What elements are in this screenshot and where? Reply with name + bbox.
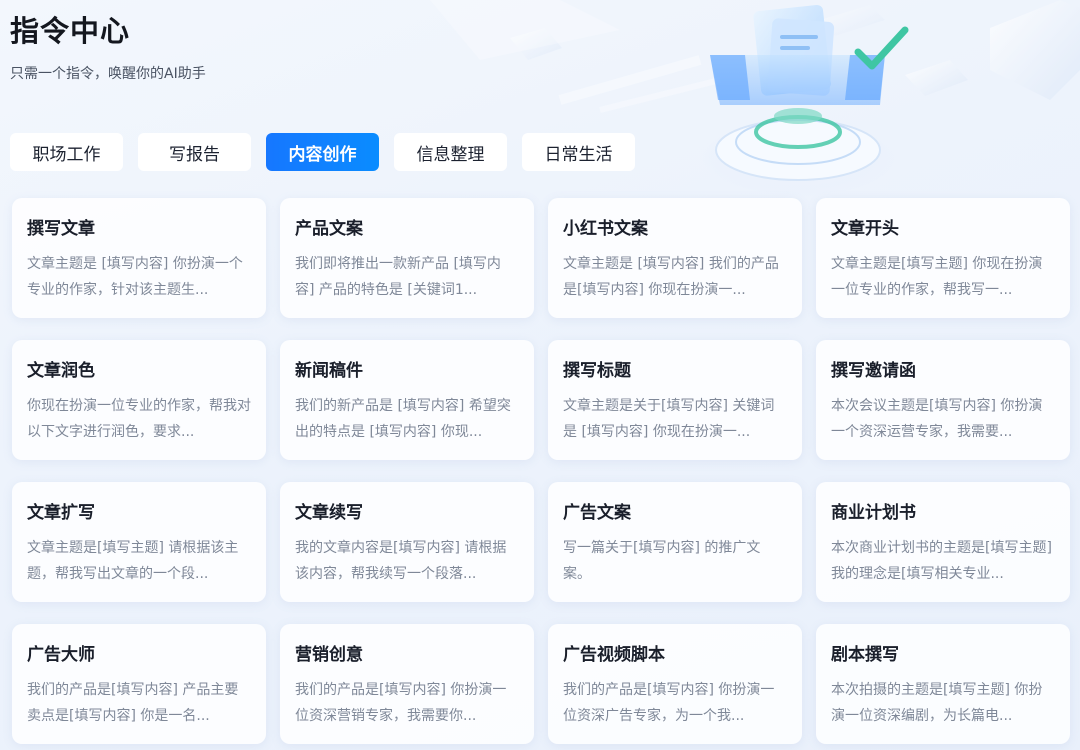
card-description: 文章主题是[填写主题] 请根据该主题，帮我写出文章的一个段...	[27, 540, 239, 582]
command-card[interactable]: 广告文案写一篇关于[填写内容] 的推广文案。	[548, 482, 802, 602]
command-card[interactable]: 剧本撰写本次拍摄的主题是[填写主题] 你扮演一位资深编剧，为长篇电...	[816, 624, 1070, 744]
card-title: 文章润色	[27, 361, 95, 381]
card-description: 我的文章内容是[填写内容] 请根据该内容，帮我续写一个段落...	[295, 540, 507, 582]
tab-workplace[interactable]: 职场工作	[10, 133, 123, 171]
card-title: 撰写文章	[27, 219, 95, 239]
command-card[interactable]: 小红书文案文章主题是 [填写内容] 我们的产品是[填写内容] 你现在扮演一...	[548, 198, 802, 318]
card-title: 文章开头	[831, 219, 899, 239]
card-description: 文章主题是关于[填写内容] 关键词是 [填写内容] 你现在扮演一...	[563, 398, 775, 440]
card-title: 广告视频脚本	[563, 645, 665, 665]
command-card[interactable]: 文章续写我的文章内容是[填写内容] 请根据该内容，帮我续写一个段落...	[280, 482, 534, 602]
card-description: 我们的新产品是 [填写内容] 希望突出的特点是 [填写内容] 你现...	[295, 398, 511, 440]
card-title: 广告文案	[563, 503, 631, 523]
command-card[interactable]: 商业计划书本次商业计划书的主题是[填写主题] 我的理念是[填写相关专业...	[816, 482, 1070, 602]
tab-info-organize[interactable]: 信息整理	[394, 133, 507, 171]
card-title: 小红书文案	[563, 219, 648, 239]
card-description: 文章主题是 [填写内容] 你扮演一个专业的作家，针对该主题生...	[27, 256, 243, 298]
tab-content-creation[interactable]: 内容创作	[266, 133, 379, 171]
card-description: 写一篇关于[填写内容] 的推广文案。	[563, 540, 761, 582]
command-card[interactable]: 广告大师我们的产品是[填写内容] 产品主要卖点是[填写内容] 你是一名...	[12, 624, 266, 744]
card-description: 本次商业计划书的主题是[填写主题] 我的理念是[填写相关专业...	[831, 540, 1052, 582]
card-description: 我们的产品是[填写内容] 你扮演一位资深广告专家，为一个我...	[563, 682, 775, 724]
card-description: 我们的产品是[填写内容] 你扮演一位资深营销专家，我需要你...	[295, 682, 507, 724]
command-card[interactable]: 撰写文章文章主题是 [填写内容] 你扮演一个专业的作家，针对该主题生...	[12, 198, 266, 318]
command-card[interactable]: 文章扩写文章主题是[填写主题] 请根据该主题，帮我写出文章的一个段...	[12, 482, 266, 602]
card-title: 文章扩写	[27, 503, 95, 523]
command-card[interactable]: 广告视频脚本我们的产品是[填写内容] 你扮演一位资深广告专家，为一个我...	[548, 624, 802, 744]
card-description: 本次会议主题是[填写内容] 你扮演一个资深运营专家，我需要...	[831, 398, 1043, 440]
tab-report[interactable]: 写报告	[138, 133, 251, 171]
card-description: 你现在扮演一位专业的作家，帮我对以下文字进行润色，要求...	[27, 398, 251, 440]
command-card[interactable]: 产品文案我们即将推出一款新产品 [填写内容] 产品的特色是 [关键词1...	[280, 198, 534, 318]
card-title: 文章续写	[295, 503, 363, 523]
command-card[interactable]: 撰写标题文章主题是关于[填写内容] 关键词是 [填写内容] 你现在扮演一...	[548, 340, 802, 460]
card-title: 广告大师	[27, 645, 95, 665]
command-card[interactable]: 新闻稿件我们的新产品是 [填写内容] 希望突出的特点是 [填写内容] 你现...	[280, 340, 534, 460]
card-title: 撰写标题	[563, 361, 631, 381]
card-title: 新闻稿件	[295, 361, 363, 381]
page-header: 指令中心 只需一个指令，唤醒你的AI助手	[10, 12, 206, 84]
category-tabs: 职场工作 写报告 内容创作 信息整理 日常生活	[10, 133, 635, 171]
card-title: 产品文案	[295, 219, 363, 239]
page-title: 指令中心	[10, 14, 131, 48]
card-description: 本次拍摄的主题是[填写主题] 你扮演一位资深编剧，为长篇电...	[831, 682, 1043, 724]
card-title: 撰写邀请函	[831, 361, 916, 381]
card-title: 营销创意	[295, 645, 363, 665]
command-card[interactable]: 文章润色你现在扮演一位专业的作家，帮我对以下文字进行润色，要求...	[12, 340, 266, 460]
command-card[interactable]: 撰写邀请函本次会议主题是[填写内容] 你扮演一个资深运营专家，我需要...	[816, 340, 1070, 460]
page-subtitle: 只需一个指令，唤醒你的AI助手	[10, 66, 206, 82]
card-description: 文章主题是[填写主题] 你现在扮演一位专业的作家，帮我写一...	[831, 256, 1043, 298]
command-card[interactable]: 营销创意我们的产品是[填写内容] 你扮演一位资深营销专家，我需要你...	[280, 624, 534, 744]
card-title: 剧本撰写	[831, 645, 899, 665]
card-description: 我们的产品是[填写内容] 产品主要卖点是[填写内容] 你是一名...	[27, 682, 239, 724]
card-description: 文章主题是 [填写内容] 我们的产品是[填写内容] 你现在扮演一...	[563, 256, 779, 298]
command-card[interactable]: 文章开头文章主题是[填写主题] 你现在扮演一位专业的作家，帮我写一...	[816, 198, 1070, 318]
command-card-grid: 撰写文章文章主题是 [填写内容] 你扮演一个专业的作家，针对该主题生... 产品…	[12, 198, 1070, 744]
tab-daily-life[interactable]: 日常生活	[522, 133, 635, 171]
card-description: 我们即将推出一款新产品 [填写内容] 产品的特色是 [关键词1...	[295, 256, 501, 298]
card-title: 商业计划书	[831, 503, 916, 523]
